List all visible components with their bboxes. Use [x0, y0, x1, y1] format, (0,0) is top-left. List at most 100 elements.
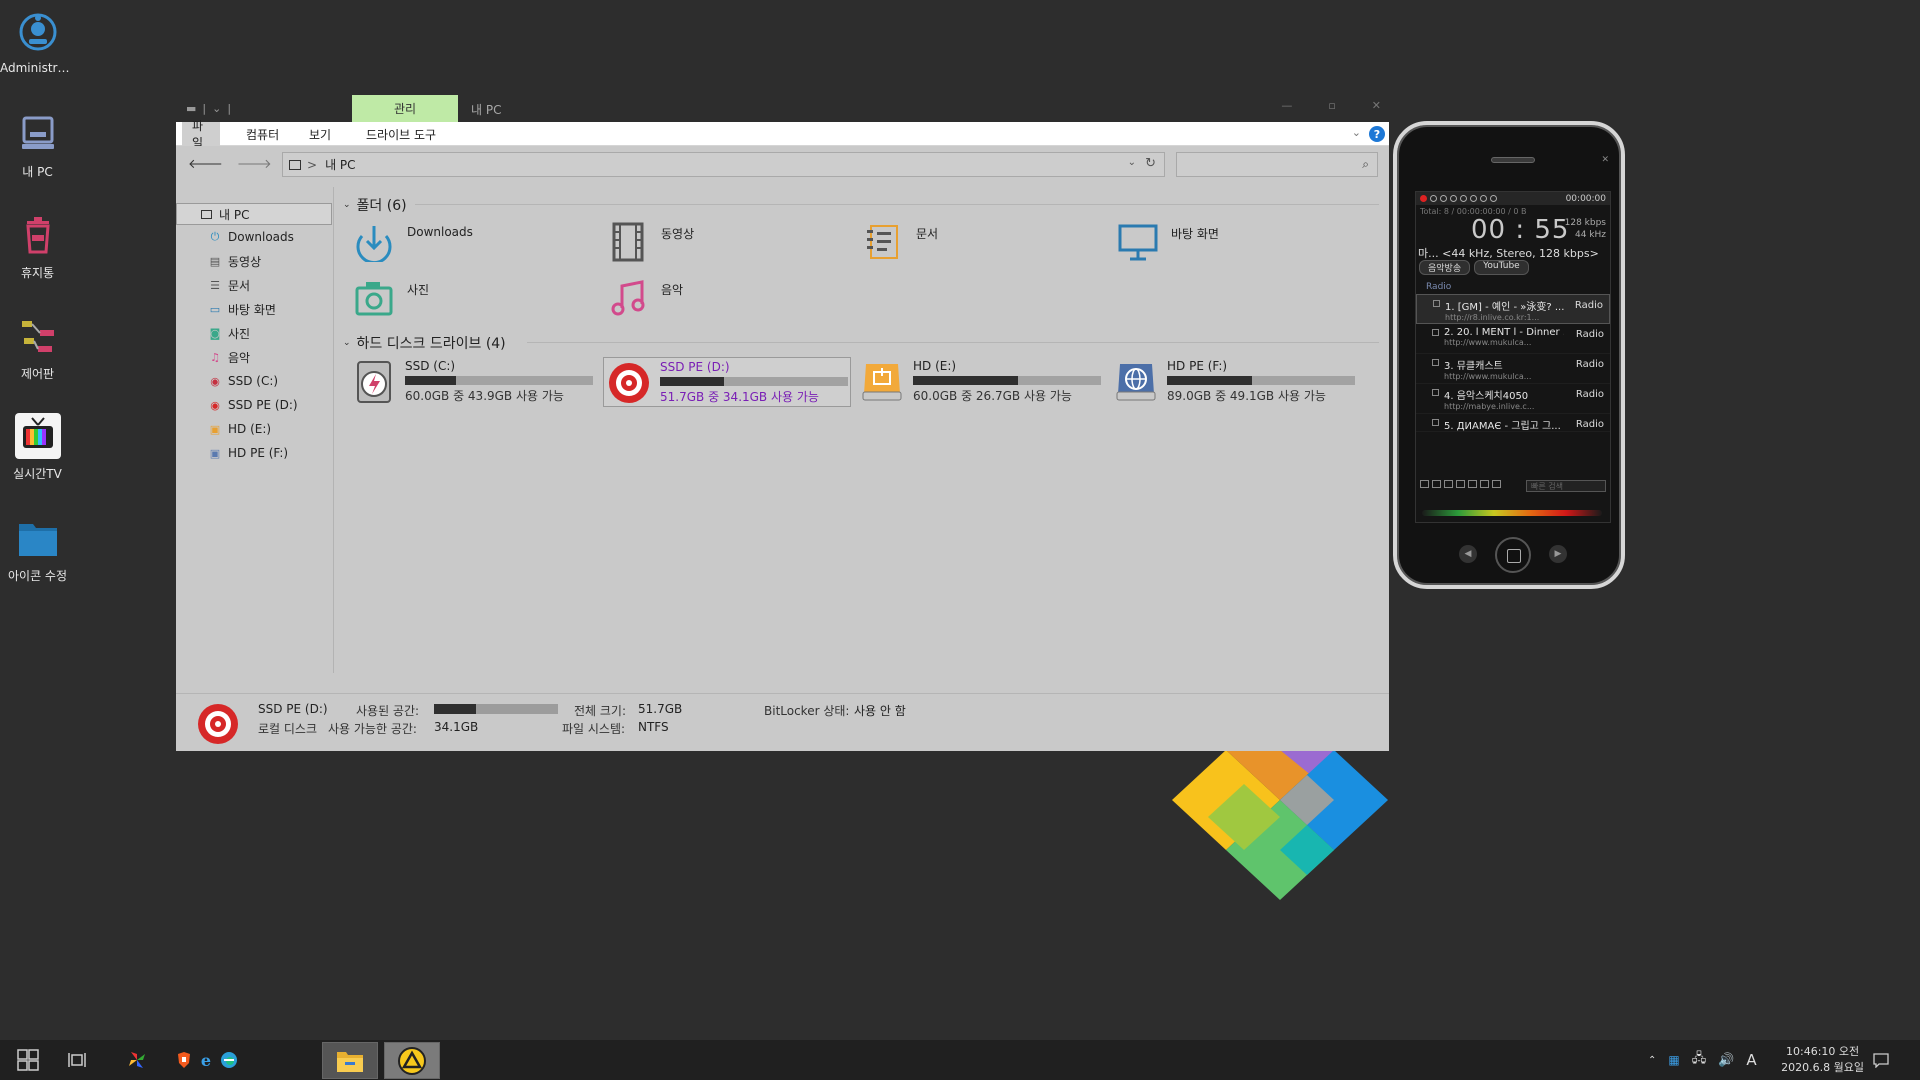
tab-computer[interactable]: 컴퓨터 — [236, 122, 289, 146]
desktop-icon-recycle-bin[interactable]: 휴지통 — [0, 211, 75, 281]
folder-desktop[interactable]: 바탕 화면 — [1115, 219, 1219, 269]
volume-icon[interactable]: 🔊 — [1718, 1053, 1734, 1068]
address-dropdown-icon[interactable]: ⌄ — [1128, 157, 1136, 168]
network-icon[interactable]: 🖧 — [1692, 1049, 1707, 1071]
breadcrumb-separator[interactable]: > — [307, 158, 317, 172]
maximize-icon[interactable]: ▫ — [1328, 99, 1335, 112]
eject-icon[interactable] — [1460, 195, 1467, 202]
quick-search-input[interactable]: 빠른 검색 — [1526, 480, 1606, 492]
taskbar-app-file-explorer[interactable] — [322, 1042, 378, 1079]
tab-music-broadcast[interactable]: 음악방송 — [1419, 260, 1471, 275]
help-icon[interactable]: ? — [1369, 126, 1385, 142]
tab-drive-tools[interactable]: 드라이브 도구 — [356, 122, 446, 146]
tab-manage[interactable]: 관리 — [352, 95, 458, 122]
nav-item-drive-f[interactable]: ▣ HD PE (F:) — [176, 442, 332, 464]
nav-item-music[interactable]: ♫ 음악 — [176, 346, 332, 368]
drive-e[interactable]: HD (E:) 60.0GB 중 26.7GB 사용 가능 — [857, 357, 1105, 407]
nav-item-this-pc[interactable]: 내 PC — [176, 203, 332, 225]
qat-dropdown-icon[interactable]: ⌄ — [212, 102, 221, 115]
nav-item-drive-c[interactable]: ◉ SSD (C:) — [176, 370, 332, 392]
pinned-app-brave[interactable] — [174, 1040, 194, 1080]
nav-item-downloads[interactable]: ⏻ Downloads — [176, 226, 332, 248]
collapse-chevron-icon[interactable]: ⌄ — [343, 200, 351, 210]
settings-icon[interactable] — [1490, 195, 1497, 202]
tab-view[interactable]: 보기 — [299, 122, 341, 146]
breadcrumb-this-pc[interactable]: 내 PC — [325, 156, 355, 173]
item-checkbox[interactable] — [1432, 419, 1439, 426]
folder-pictures[interactable]: 사진 — [351, 275, 429, 325]
nav-item-desktop[interactable]: ▭ 바탕 화면 — [176, 298, 332, 320]
minimize-icon[interactable]: — — [1281, 99, 1292, 112]
nav-item-documents[interactable]: ☰ 문서 — [176, 274, 332, 296]
title-bar[interactable]: ▬ | ⌄ | 관리 내 PC — ▫ ✕ — [176, 95, 1389, 122]
desktop-icon-folder[interactable]: 아이콘 수정 — [0, 514, 75, 584]
equalizer-icon[interactable] — [1470, 195, 1477, 202]
stop-icon[interactable] — [1430, 195, 1437, 202]
collapse-chevron-icon[interactable]: ⌄ — [343, 338, 351, 348]
play-icon[interactable] — [1450, 195, 1457, 202]
folder-videos[interactable]: 동영상 — [605, 219, 694, 269]
close-icon[interactable]: ✕ — [1601, 155, 1609, 165]
item-checkbox[interactable] — [1432, 359, 1439, 366]
ribbon-expand-icon[interactable]: ⌄ — [1352, 126, 1361, 139]
nav-item-drive-e[interactable]: ▣ HD (E:) — [176, 418, 332, 440]
drive-d[interactable]: SSD PE (D:) 51.7GB 중 34.1GB 사용 가능 — [603, 357, 851, 407]
folder-documents[interactable]: 문서 — [860, 219, 938, 269]
desktop-icon-control-panel[interactable]: 제어판 — [0, 312, 75, 382]
group-header-drives[interactable]: ⌄ 하드 디스크 드라이브 (4) — [343, 333, 506, 353]
clock[interactable]: 10:46:10 오전 2020.6.8 월요일 — [1781, 1044, 1864, 1076]
show-hidden-icons-icon[interactable]: ⌃ — [1648, 1055, 1656, 1066]
tray-app-icon[interactable]: ▦ — [1668, 1053, 1679, 1067]
drive-c[interactable]: SSD (C:) 60.0GB 중 43.9GB 사용 가능 — [349, 357, 597, 407]
task-view-button[interactable] — [62, 1040, 92, 1080]
pinned-app-pinwheel[interactable] — [124, 1040, 150, 1080]
tab-youtube[interactable]: YouTube — [1474, 260, 1529, 275]
nav-item-videos[interactable]: ▤ 동영상 — [176, 250, 332, 272]
desktop-icon-this-pc[interactable]: 내 PC — [0, 110, 75, 180]
item-checkbox[interactable] — [1432, 329, 1439, 336]
refresh-icon[interactable]: ↻ — [1145, 156, 1156, 171]
pause-icon[interactable] — [1440, 195, 1447, 202]
desktop-icon-administrator[interactable]: Administra... — [0, 8, 75, 75]
folder-downloads[interactable]: Downloads — [351, 219, 473, 269]
taskbar-app-media-player[interactable] — [384, 1042, 440, 1079]
drive-f[interactable]: HD PE (F:) 89.0GB 중 49.1GB 사용 가능 — [1111, 357, 1359, 407]
sort-icon[interactable] — [1456, 480, 1465, 488]
playlist-item[interactable]: 3. 뮤클캐스트 http://www.mukulca... Radio — [1416, 354, 1610, 384]
forward-arrow-icon[interactable]: 🡒 — [237, 156, 272, 178]
item-checkbox[interactable] — [1433, 300, 1440, 307]
playlist-item[interactable]: 1. [GM] - 예인 - »泳变? ... http://r8.inlive… — [1416, 294, 1610, 324]
desktop-icon-live-tv[interactable]: 실시간TV — [0, 412, 75, 482]
misc-icon[interactable] — [1480, 480, 1489, 488]
playlist-item[interactable]: 4. 음악스케치4050 http://mabye.inlive.c... Ra… — [1416, 384, 1610, 414]
save-icon[interactable] — [1492, 480, 1501, 488]
playlist-group[interactable]: Radio — [1416, 276, 1610, 294]
nav-item-pictures[interactable]: ◙ 사진 — [176, 322, 332, 344]
select-icon[interactable] — [1444, 480, 1453, 488]
close-icon[interactable]: ✕ — [1372, 99, 1381, 112]
nav-item-drive-d[interactable]: ◉ SSD PE (D:) — [176, 394, 332, 416]
next-icon[interactable]: ▶ — [1549, 545, 1567, 563]
input-method-indicator[interactable]: A — [1746, 1051, 1756, 1069]
add-icon[interactable] — [1420, 480, 1429, 488]
properties-icon[interactable]: ▬ — [186, 102, 196, 115]
list-icon[interactable] — [1468, 480, 1477, 488]
start-button[interactable] — [10, 1040, 46, 1080]
address-bar[interactable]: > 내 PC ⌄ ↻ — [282, 152, 1165, 177]
action-center-button[interactable] — [1866, 1040, 1896, 1080]
item-checkbox[interactable] — [1432, 389, 1439, 396]
search-icon[interactable]: ⌕ — [1362, 157, 1369, 172]
pinned-app-edge[interactable] — [218, 1040, 240, 1080]
media-player-window[interactable]: ✕ 00:00:00 Total: 8 / 00:00:00:00 / 0 B … — [1393, 121, 1625, 589]
back-arrow-icon[interactable]: 🡐 — [188, 156, 223, 178]
group-header-folders[interactable]: ⌄ 폴더 (6) — [343, 195, 407, 215]
playlist-item[interactable]: 2. 20. l MENT l - Dinner ... http://www.… — [1416, 324, 1610, 354]
playlist-item[interactable]: 5. ДИАМАЄ - 그립고 그... Radio — [1416, 414, 1610, 432]
playlist-icon[interactable] — [1480, 195, 1487, 202]
tab-file[interactable]: 파일 — [182, 119, 220, 150]
home-button[interactable] — [1495, 537, 1531, 573]
record-icon[interactable] — [1420, 195, 1427, 202]
remove-icon[interactable] — [1432, 480, 1441, 488]
previous-icon[interactable]: ◀ — [1459, 545, 1477, 563]
search-input[interactable]: ⌕ — [1176, 152, 1378, 177]
